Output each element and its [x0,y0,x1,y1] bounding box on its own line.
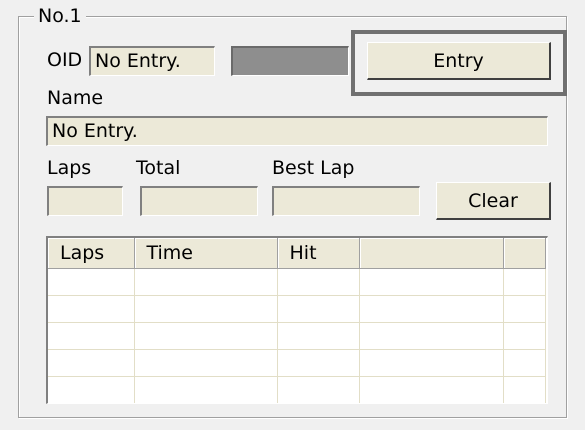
table-header-row: Laps Time Hit [48,238,546,269]
table-cell [48,295,135,323]
name-label: Name [47,87,104,109]
clear-button[interactable]: Clear [436,182,551,220]
oid-field: No Entry. [89,46,215,76]
table-cell [503,376,546,403]
table-cell [359,376,504,403]
table-cell [48,376,135,403]
table-cell [359,295,504,323]
table-cell [48,322,135,350]
column-header[interactable]: Time [134,238,278,269]
table-row[interactable] [48,322,546,350]
best-lap-field [272,186,420,216]
column-header[interactable] [503,238,546,269]
laps-table[interactable]: Laps Time Hit [46,236,548,404]
name-field: No Entry. [46,116,548,146]
table-cell [277,295,360,323]
table-row[interactable] [48,376,546,403]
table-cell [359,268,504,296]
table-cell [277,268,360,296]
table-cell [48,268,135,296]
table-cell [503,322,546,350]
table-cell [359,349,504,377]
column-header[interactable]: Laps [48,238,135,269]
status-indicator [231,46,349,76]
table-cell [134,322,278,350]
table-cell [359,322,504,350]
table-cell [134,376,278,403]
total-label: Total [136,157,181,179]
table-cell [503,295,546,323]
best-lap-label: Best Lap [272,157,355,179]
table-cell [134,268,278,296]
table-row[interactable] [48,268,546,296]
table-cell [277,322,360,350]
table-row[interactable] [48,349,546,377]
table-cell [48,349,135,377]
table-cell [503,268,546,296]
entry-button[interactable]: Entry [367,42,551,80]
column-header[interactable]: Hit [277,238,360,269]
table-cell [277,376,360,403]
column-header[interactable] [359,238,504,269]
group-title: No.1 [34,4,86,28]
table-cell [134,295,278,323]
laps-field [47,186,123,216]
table-cell [277,349,360,377]
total-field [140,186,258,216]
table-row[interactable] [48,295,546,323]
table-cell [134,349,278,377]
oid-label: OID [47,49,83,71]
table-cell [503,349,546,377]
laps-label: Laps [47,157,92,179]
